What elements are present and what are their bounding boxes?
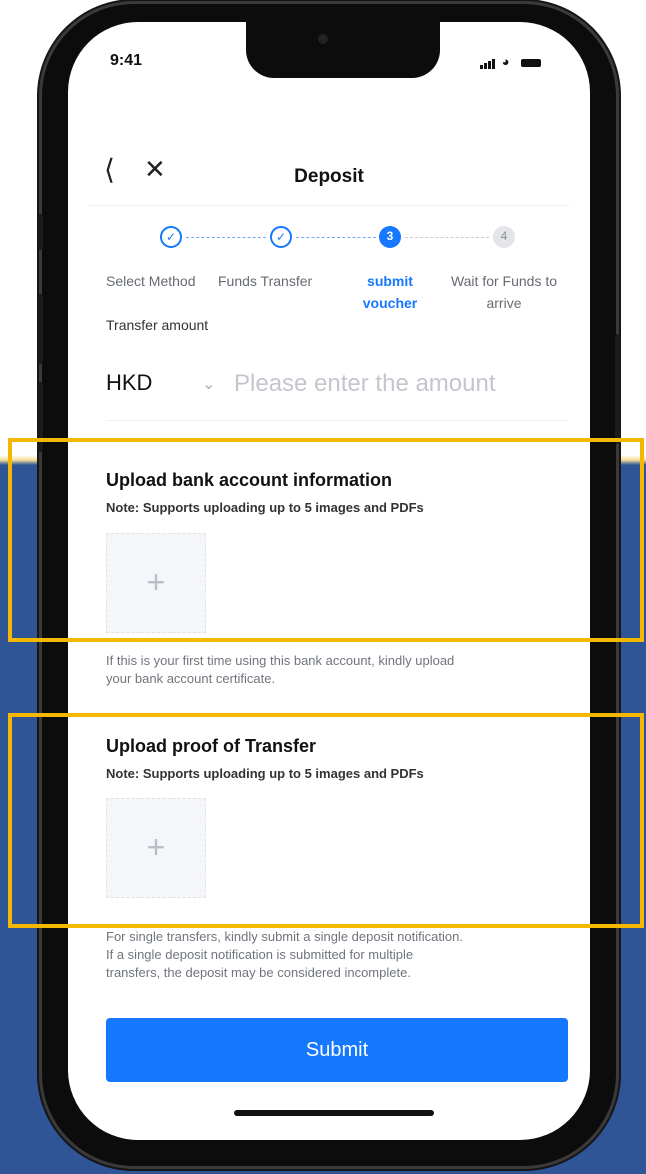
step-4-number: 4 xyxy=(493,226,515,248)
status-time: 9:41 xyxy=(110,52,143,69)
highlight-frame-proof xyxy=(8,713,644,928)
amount-input[interactable] xyxy=(234,366,554,402)
volume-up-button xyxy=(38,294,43,364)
progress-stepper: ✓ ✓ 3 4 Select Method Funds Transfer sub… xyxy=(68,222,590,322)
submit-button[interactable]: Submit xyxy=(106,1018,568,1082)
step-2-check-icon: ✓ xyxy=(270,226,292,248)
home-indicator xyxy=(234,1110,434,1116)
header-divider xyxy=(88,205,570,206)
step-connector xyxy=(186,237,266,238)
step-1-label: Select Method xyxy=(106,273,196,289)
notch xyxy=(246,22,440,78)
highlight-frame-bank-info xyxy=(8,438,644,642)
signal-icon xyxy=(480,54,496,69)
step-3-label-line2: voucher xyxy=(362,295,418,311)
status-icons: ◕ xyxy=(480,54,542,69)
power-button xyxy=(615,334,620,444)
step-1-check-icon: ✓ xyxy=(160,226,182,248)
proof-help-line2: If a single deposit notification is subm… xyxy=(106,947,414,962)
step-3-label: submit voucher xyxy=(340,270,440,314)
step-4-label-line2: arrive xyxy=(486,295,522,311)
step-4-label: Wait for Funds to arrive xyxy=(438,270,570,314)
nav-header: ⟨ ✕ Deposit xyxy=(68,142,590,202)
step-4-label-line1: Wait for Funds to xyxy=(450,273,558,289)
proof-help-line1: For single transfers, kindly submit a si… xyxy=(106,929,463,944)
step-connector xyxy=(296,237,376,238)
camera-icon xyxy=(318,34,328,44)
step-2-label: Funds Transfer xyxy=(218,273,313,289)
wifi-icon: ◕ xyxy=(501,54,512,69)
page-title: Deposit xyxy=(294,166,364,187)
amount-label: Transfer amount xyxy=(106,317,209,333)
bank-info-help: If this is your first time using this ba… xyxy=(106,652,566,688)
currency-selector[interactable]: HKD xyxy=(106,370,152,396)
amount-divider xyxy=(106,420,568,421)
step-3-label-line1: submit xyxy=(367,273,413,289)
bank-info-help-line2: your bank account certificate. xyxy=(106,671,276,686)
proof-help: For single transfers, kindly submit a si… xyxy=(106,928,566,982)
side-button xyxy=(38,214,43,250)
step-3-number: 3 xyxy=(379,226,401,248)
bank-info-help-line1: If this is your first time using this ba… xyxy=(106,653,455,668)
battery-icon xyxy=(521,58,542,67)
step-connector xyxy=(405,237,489,238)
proof-help-line3: transfers, the deposit may be considered… xyxy=(106,965,411,980)
chevron-down-icon[interactable]: ⌄ xyxy=(202,374,215,394)
